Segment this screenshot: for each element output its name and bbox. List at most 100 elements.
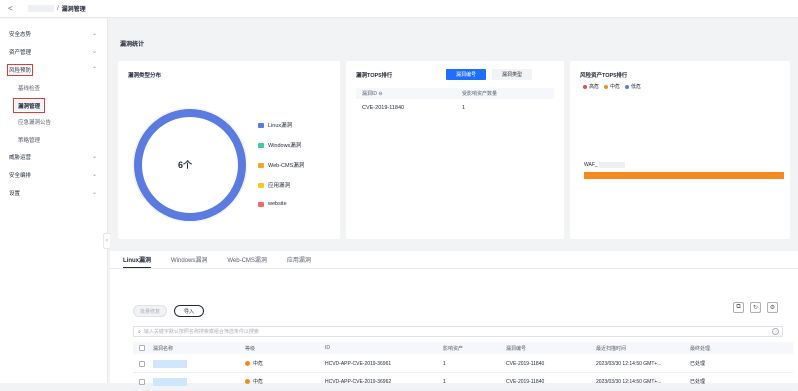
sidebar-subitem-policy-management[interactable]: 策略管理 xyxy=(18,134,40,145)
risk-bar-label-redacted xyxy=(598,162,625,168)
legend-item[interactable]: website xyxy=(258,201,287,207)
legend-item[interactable]: 中危 xyxy=(604,83,620,90)
column-header: 影响资产 xyxy=(443,345,464,352)
vulnerability-name[interactable] xyxy=(153,373,187,390)
settings-icon[interactable]: ⚙ xyxy=(767,302,778,313)
tab-web-cms[interactable]: Web-CMS漏洞 xyxy=(227,255,267,268)
tab-windows[interactable]: Windows漏洞 xyxy=(171,255,207,268)
sidebar-item-label: 设置 xyxy=(9,190,21,197)
top5-toggle: 漏洞编号 漏洞类型 xyxy=(446,69,532,80)
tab-linux[interactable]: Linux漏洞 xyxy=(123,255,151,268)
sidebar-item-settings[interactable]: 设置 ⌄ xyxy=(9,187,97,198)
section-title: 漏洞统计 xyxy=(120,42,145,48)
legend-label: Linux漏洞 xyxy=(268,123,293,129)
breadcrumb-separator: / xyxy=(57,5,59,12)
severity-dot xyxy=(245,379,250,384)
back-icon[interactable]: < xyxy=(8,4,18,14)
affected-assets: 1 xyxy=(443,378,446,385)
column-header-id[interactable]: 漏洞ID ⊖ xyxy=(362,90,383,97)
column-header: 最近扫描时间 xyxy=(596,345,627,352)
vulnerability-name[interactable] xyxy=(153,355,187,372)
legend-item[interactable]: 低危 xyxy=(625,83,641,90)
vulnerability-list-panel: Linux漏洞 Windows漏洞 Web-CMS漏洞 应用漏洞 批量修复 导入… xyxy=(110,251,798,391)
row-checkbox[interactable] xyxy=(139,355,145,372)
chevron-down-icon: ⌄ xyxy=(91,172,97,178)
risk-bar-label-text: WAF_ xyxy=(584,162,598,168)
cve-number: CVE-2019-11840 xyxy=(506,378,545,385)
risk-bar[interactable] xyxy=(584,172,784,179)
level-cell: 中危 xyxy=(245,373,263,390)
top-bar: < / 漏洞管理 xyxy=(0,0,798,18)
legend-item[interactable]: 高危 xyxy=(583,83,599,90)
top5-cve[interactable]: CVE-2019-11840 xyxy=(362,105,404,111)
help-icon[interactable]: ? xyxy=(772,328,779,335)
sidebar-item-threat-operations[interactable]: 威胁运营 ⌄ xyxy=(9,151,97,162)
table-row: 中危 HCVD-APP-CVE-2019-36962 1 CVE-2019-11… xyxy=(133,373,793,391)
legend-label: Windows漏洞 xyxy=(268,143,302,149)
final-status: 已处理 xyxy=(690,361,706,367)
import-button[interactable]: 导入 xyxy=(174,305,204,317)
chevron-down-icon: ⌄ xyxy=(91,190,97,196)
legend-swatch xyxy=(258,201,264,207)
sidebar-item-label: 安全编排 xyxy=(9,172,32,179)
breadcrumb-parent[interactable] xyxy=(28,5,54,12)
breadcrumb-current: 漏洞管理 xyxy=(61,7,86,13)
legend-item[interactable]: 应用漏洞 xyxy=(258,181,290,189)
refresh-icon[interactable]: ↻ xyxy=(750,302,761,313)
export-icon[interactable]: ⧉ xyxy=(733,302,744,313)
legend-swatch xyxy=(258,182,264,188)
column-header-count: 受影响资产数量 xyxy=(462,91,498,97)
select-all-checkbox[interactable] xyxy=(139,342,145,354)
search-input[interactable]: ⌕ 输入关键字默认按照名称搜索或组合筛选条件以搜索 ? xyxy=(133,326,783,337)
card-title: 风险资产TOP5排行 xyxy=(580,73,628,79)
vulnerability-id: HCVD-APP-CVE-2019-36961 xyxy=(325,360,392,367)
sidebar-item-label: 资产管理 xyxy=(9,49,32,56)
row-checkbox[interactable] xyxy=(139,373,145,390)
top5-row: CVE-2019-11840 1 xyxy=(356,101,554,114)
sidebar-subitem-emergency-notices[interactable]: 应急漏洞公告 xyxy=(18,116,51,127)
main-content: 漏洞统计 漏洞类型分布 6个 Linux漏洞 Windows漏洞 Web-CMS… xyxy=(110,19,798,391)
legend-item[interactable]: Web-CMS漏洞 xyxy=(258,161,304,169)
risk-legend: 高危 中危 低危 xyxy=(583,83,646,90)
last-scan-time: 2023/03/30 12:14:50 GMT+... xyxy=(596,360,662,367)
sidebar-item-label: 安全态势 xyxy=(9,31,32,38)
level-label: 中危 xyxy=(253,361,264,367)
legend-label: 中危 xyxy=(610,84,621,90)
sidebar-subitem-baseline-check[interactable]: 基线检查 xyxy=(18,82,40,93)
legend-label: 低危 xyxy=(631,84,642,90)
chevron-down-icon: ⌄ xyxy=(91,49,97,55)
column-header: ID xyxy=(325,345,330,351)
legend-swatch xyxy=(258,162,264,168)
column-header: 等级 xyxy=(245,345,256,352)
sidebar-subitem-vulnerability-management[interactable]: 漏洞管理 xyxy=(12,98,46,113)
sidebar-item-asset-management[interactable]: 资产管理 ⌄ xyxy=(9,46,97,57)
final-status: 已处理 xyxy=(690,379,706,385)
level-label: 中危 xyxy=(253,379,264,385)
sidebar-item-risk-prevention[interactable]: 风险预防 ⌃ xyxy=(6,63,97,76)
table-row: 中危 HCVD-APP-CVE-2019-36961 1 CVE-2019-11… xyxy=(133,355,793,373)
legend-swatch xyxy=(258,142,264,148)
donut-chart xyxy=(132,107,248,223)
column-header: 漏洞编号 xyxy=(506,345,527,352)
legend-item[interactable]: Windows漏洞 xyxy=(258,141,301,149)
vulnerability-tabs: Linux漏洞 Windows漏洞 Web-CMS漏洞 应用漏洞 xyxy=(123,255,331,268)
level-cell: 中危 xyxy=(245,355,263,372)
legend-swatch xyxy=(258,122,264,128)
sidebar-item-security-posture[interactable]: 安全态势 ⌄ xyxy=(9,28,97,39)
vulnerability-id: HCVD-APP-CVE-2019-36962 xyxy=(325,378,392,385)
donut-center-label: 6个 xyxy=(178,160,193,170)
sidebar: 安全态势 ⌄ 资产管理 ⌄ 风险预防 ⌃ 基线检查 漏洞管理 应急漏洞公告 策略… xyxy=(0,19,108,383)
sidebar-item-security-orchestration[interactable]: 安全编排 ⌄ xyxy=(9,169,97,180)
affected-assets: 1 xyxy=(443,360,446,367)
tab-divider xyxy=(110,268,798,269)
tab-by-number[interactable]: 漏洞编号 xyxy=(446,69,486,80)
tab-by-type[interactable]: 漏洞类型 xyxy=(492,69,532,80)
card-title: 漏洞TOP5排行 xyxy=(356,73,393,79)
chevron-down-icon: ⌄ xyxy=(91,154,97,160)
cve-number: CVE-2019-11840 xyxy=(506,360,545,367)
batch-fix-button[interactable]: 批量修复 xyxy=(133,305,167,317)
top5-count: 1 xyxy=(462,104,466,111)
tab-application[interactable]: 应用漏洞 xyxy=(287,255,311,268)
legend-label: 应用漏洞 xyxy=(268,183,291,189)
legend-item[interactable]: Linux漏洞 xyxy=(258,121,292,129)
